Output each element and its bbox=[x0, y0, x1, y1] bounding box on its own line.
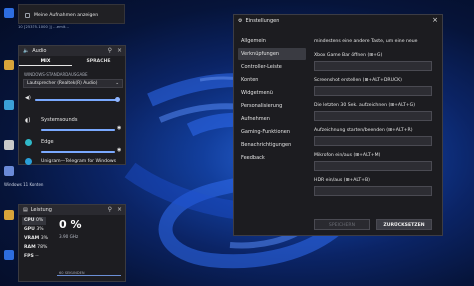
tab-mix[interactable]: MIX bbox=[19, 57, 72, 66]
shortcut-field-start-stop-recording[interactable] bbox=[314, 136, 432, 146]
shortcut-field-mic-toggle[interactable] bbox=[314, 161, 432, 171]
tab-voice[interactable]: SPRACHE bbox=[72, 57, 125, 66]
vram-value: 3% bbox=[40, 236, 48, 241]
systemsounds-mute-icon[interactable]: ◉ bbox=[117, 125, 121, 131]
systemsounds-volume-fill bbox=[41, 129, 115, 131]
path-strip: 10 [253?5.1000 ]| ...emit... bbox=[18, 25, 70, 29]
cpu-big-value: 0 % bbox=[59, 218, 82, 231]
edge-mute-icon[interactable]: ◉ bbox=[117, 147, 121, 153]
master-volume-knob[interactable] bbox=[115, 97, 120, 102]
system-sounds-icon: ◖) bbox=[25, 117, 31, 124]
settings-titlebar[interactable]: ⚙ Einstellungen × bbox=[234, 15, 442, 27]
nav-shortcuts[interactable]: Verknüpfungen bbox=[238, 48, 306, 60]
nav-gaming-features[interactable]: Gaming-Funktionen bbox=[238, 126, 306, 138]
shortcut-label-record-last-30s: Die letzten 30 Sek. aufzeichnen (⊞+ALT+G… bbox=[314, 103, 416, 108]
gear-icon: ⚙ bbox=[238, 18, 243, 24]
speaker-icon: 🔈 bbox=[23, 48, 30, 54]
shortcut-label-open-gamebar: Xbox Game Bar öffnen (⊞+G) bbox=[314, 53, 383, 58]
telegram-icon bbox=[25, 158, 32, 165]
cpu-label: CPU bbox=[24, 218, 35, 223]
nav-controller-bar[interactable]: Controller-Leiste bbox=[238, 61, 306, 73]
cpu-value: 0% bbox=[35, 218, 44, 223]
shortcut-field-screenshot[interactable] bbox=[314, 86, 432, 96]
audio-tabs: MIX SPRACHE bbox=[19, 57, 125, 66]
gallery-widget: Meine Aufnahmen anzeigen bbox=[18, 4, 125, 24]
nav-notifications[interactable]: Benachrichtigungen bbox=[238, 139, 306, 151]
settings-window: ⚙ Einstellungen × Allgemein Verknüpfunge… bbox=[233, 14, 443, 236]
master-volume-fill bbox=[35, 99, 119, 101]
shortcut-field-hdr-toggle[interactable] bbox=[314, 186, 432, 196]
nav-widget-menu[interactable]: Widgetmenü bbox=[238, 87, 306, 99]
ram-label: RAM bbox=[24, 245, 36, 250]
output-device-select[interactable]: Lautsprecher (Realtek(R) Audio) ⌄ bbox=[23, 79, 123, 88]
shortcut-label-mic-toggle: Mikrofon ein/aus (⊞+ALT+M) bbox=[314, 153, 381, 158]
desktop-app-icon[interactable] bbox=[4, 250, 14, 260]
shortcut-note: mindestens eine andere Taste, um eine ne… bbox=[314, 39, 418, 44]
pin-icon[interactable]: ⚲ bbox=[108, 47, 112, 54]
master-volume-slider[interactable] bbox=[35, 97, 120, 102]
show-captures-checkbox[interactable] bbox=[25, 13, 30, 18]
desktop-app-icon[interactable] bbox=[4, 166, 14, 176]
performance-graph-baseline bbox=[57, 275, 121, 276]
shortcut-label-screenshot: Screenshot erstellen (⊞+ALT+DRUCK) bbox=[314, 78, 402, 83]
gpu-stat: GPU 3% bbox=[24, 227, 44, 232]
desktop-folder-icon[interactable] bbox=[4, 210, 14, 220]
output-device-value: Lautsprecher (Realtek(R) Audio) bbox=[27, 81, 98, 86]
vram-stat: VRAM 3% bbox=[24, 236, 48, 241]
desktop-folder-icon[interactable] bbox=[4, 140, 14, 150]
audio-titlebar[interactable]: 🔈 Audio ⚲ × bbox=[19, 46, 125, 56]
fps-label: FPS bbox=[24, 254, 34, 259]
nav-personalization[interactable]: Personalisierung bbox=[238, 100, 306, 112]
save-button[interactable]: SPEICHERN bbox=[314, 219, 370, 230]
shortcut-label-hdr-toggle: HDR ein/aus (⊞+ALT+B) bbox=[314, 178, 370, 183]
edge-volume-slider[interactable] bbox=[41, 151, 115, 153]
edge-volume-fill bbox=[41, 151, 115, 153]
nav-general[interactable]: Allgemein bbox=[238, 35, 306, 47]
fps-value: -- bbox=[35, 254, 39, 259]
gpu-label: GPU bbox=[24, 227, 35, 232]
shortcut-field-open-gamebar[interactable] bbox=[314, 61, 432, 71]
desktop-app-icon[interactable] bbox=[4, 8, 14, 18]
default-output-heading: WINDOWS-STANDARDAUSGABE bbox=[24, 72, 88, 77]
nav-accounts[interactable]: Konten bbox=[238, 74, 306, 86]
performance-widget: ▤ Leistung ⚲ × CPU 0% GPU 3% VRAM 3% RAM… bbox=[18, 204, 126, 282]
performance-titlebar[interactable]: ▤ Leistung ⚲ × bbox=[19, 205, 125, 215]
reset-button[interactable]: ZURÜCKSETZEN bbox=[376, 219, 432, 230]
audio-widget: 🔈 Audio ⚲ × MIX SPRACHE WINDOWS-STANDARD… bbox=[18, 45, 126, 165]
chevron-down-icon: ⌄ bbox=[115, 81, 119, 86]
audio-title: Audio bbox=[32, 48, 47, 54]
app-name-systemsounds: Systemsounds bbox=[41, 117, 78, 123]
app-name-edge: Edge bbox=[41, 139, 54, 145]
edge-icon bbox=[25, 139, 32, 146]
systemsounds-volume-slider[interactable] bbox=[41, 129, 115, 131]
volume-icon[interactable]: ◀) bbox=[25, 95, 31, 101]
pin-icon[interactable]: ⚲ bbox=[108, 206, 112, 213]
close-icon[interactable]: × bbox=[117, 206, 122, 213]
desktop-app-icon[interactable] bbox=[4, 100, 14, 110]
desktop-folder-icon[interactable] bbox=[4, 60, 14, 70]
ram-value: 78% bbox=[37, 245, 48, 250]
gpu-value: 3% bbox=[36, 227, 44, 232]
shortcut-field-record-last-30s[interactable] bbox=[314, 111, 432, 121]
performance-icon: ▤ bbox=[23, 207, 28, 213]
performance-footer: 60 SEKUNDEN bbox=[59, 271, 85, 275]
settings-title: Einstellungen bbox=[245, 18, 280, 24]
vram-label: VRAM bbox=[24, 236, 40, 241]
fps-stat: FPS -- bbox=[24, 254, 39, 259]
cpu-stat: CPU 0% bbox=[24, 218, 43, 223]
ram-stat: RAM 78% bbox=[24, 245, 47, 250]
performance-title: Leistung bbox=[30, 207, 52, 213]
app-name-unigram: Unigram—Telegram for Windows bbox=[41, 159, 117, 164]
nav-capturing[interactable]: Aufnehmen bbox=[238, 113, 306, 125]
shortcut-label-start-stop-recording: Aufzeichnung starten/beenden (⊞+ALT+R) bbox=[314, 128, 413, 133]
close-icon[interactable]: × bbox=[432, 16, 438, 24]
desktop-icon-label: Windows 11 Konten bbox=[4, 182, 44, 187]
cpu-frequency: 3.90 GHz bbox=[59, 234, 79, 239]
show-captures-label[interactable]: Meine Aufnahmen anzeigen bbox=[34, 13, 98, 18]
close-icon[interactable]: × bbox=[117, 47, 122, 54]
nav-feedback[interactable]: Feedback bbox=[238, 152, 306, 164]
